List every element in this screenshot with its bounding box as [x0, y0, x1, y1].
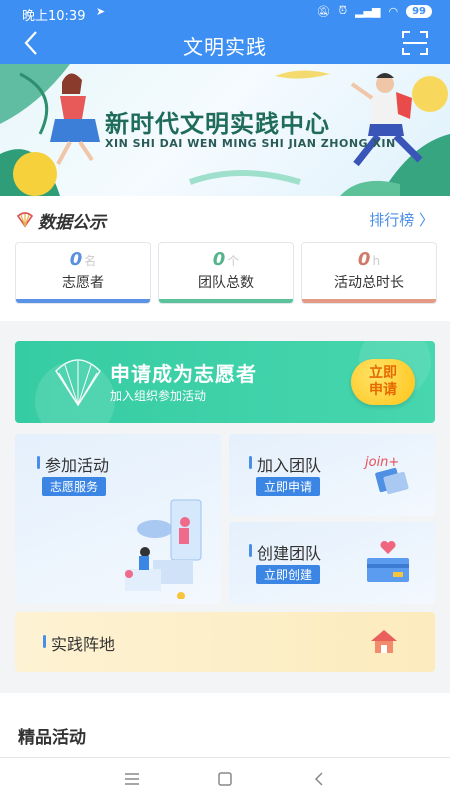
signal-icon: ▂▄▆ [355, 4, 381, 18]
tile-create-team-tag: 立即创建 [256, 565, 321, 584]
apply-subtitle: 加入组织参加活动 [110, 389, 207, 403]
chevron-right-icon: 〉 [418, 211, 434, 229]
status-bar: 晚上10:39 ➤ 🔕︎ ⏰︎ ▂▄▆ ◠ 99 [0, 0, 450, 26]
activity-illustration [125, 499, 202, 599]
apply-title: 申请成为志愿者 [110, 362, 257, 386]
home-icon[interactable] [218, 772, 232, 786]
apply-now-button[interactable]: 立即 申请 [351, 359, 415, 405]
apply-volunteer-banner[interactable]: 申请成为志愿者 加入组织参加活动 立即 申请 [15, 341, 435, 423]
tile-join-team[interactable]: 加入团队 立即申请 join+ [229, 434, 435, 516]
page-title: 文明实践 [183, 35, 267, 59]
stat-label: 团队总数 [198, 275, 254, 291]
wifi-icon: ◠ [388, 4, 399, 18]
tile-create-team[interactable]: 创建团队 立即创建 [229, 522, 435, 604]
tile-join-team-tag: 立即申请 [256, 477, 321, 496]
tile-join-activity[interactable]: 参加活动 志愿服务 [15, 434, 221, 604]
stat-card-volunteers[interactable]: 0名 志愿者 [15, 242, 151, 304]
scan-icon[interactable] [402, 31, 428, 55]
stat-bar [302, 299, 436, 303]
stat-label: 志愿者 [62, 275, 104, 291]
ranking-label: 排行榜 [369, 211, 415, 229]
status-time: 晚上10:39 [22, 9, 86, 24]
tile-join-team-title: 加入团队 [248, 452, 321, 476]
stat-number: 0 [69, 249, 83, 270]
featured-title: 精品活动 [18, 728, 86, 748]
menu-icon[interactable] [125, 773, 139, 785]
tile-create-team-title: 创建团队 [248, 540, 321, 564]
back-nav-icon[interactable] [314, 772, 324, 786]
alarm-icon: ⏰︎ [338, 4, 348, 17]
fan-logo-icon [16, 212, 34, 228]
banner-title: 新时代文明实践中心 [105, 110, 330, 138]
stat-bar [159, 299, 293, 303]
location-icon: ➤ [96, 5, 106, 18]
featured-section: 精品活动 [0, 693, 450, 757]
tile-base-title: 实践阵地 [42, 631, 115, 655]
data-section: 数据公示 排行榜 〉 0名 志愿者 0个 团队总数 0h 活动总时长 [0, 196, 450, 321]
data-section-title: 数据公示 [38, 213, 106, 233]
ranking-link[interactable]: 排行榜 〉 [369, 209, 434, 230]
house-icon [371, 630, 397, 653]
stat-value: 0名 [16, 249, 150, 270]
stat-unit: h [372, 254, 381, 268]
tile-activity-tag: 志愿服务 [42, 477, 107, 496]
stat-bar [16, 299, 150, 303]
card-heart-icon [367, 540, 409, 582]
join-icon: join+ [363, 455, 409, 495]
tile-practice-base[interactable]: 实践阵地 [15, 612, 435, 672]
stat-label: 活动总时长 [334, 275, 404, 291]
stat-card-teams[interactable]: 0个 团队总数 [158, 242, 294, 304]
stat-unit: 名 [84, 254, 97, 268]
battery-indicator: 99 [406, 4, 432, 18]
stat-value: 0个 [159, 249, 293, 270]
stat-unit: 个 [227, 254, 240, 268]
tile-activity-title: 参加活动 [36, 452, 109, 476]
stat-card-hours[interactable]: 0h 活动总时长 [301, 242, 437, 304]
stat-value: 0h [302, 249, 436, 270]
app-header: 文明实践 [0, 26, 450, 64]
stat-number: 0 [212, 249, 226, 270]
hero-banner[interactable]: 新时代文明实践中心 XIN SHI DAI WEN MING SHI JIAN … [0, 64, 450, 196]
join-icon-text: join+ [363, 455, 399, 470]
system-nav-bar [0, 757, 450, 801]
stat-number: 0 [357, 249, 371, 270]
banner-subtitle: XIN SHI DAI WEN MING SHI JIAN ZHONG XIN [105, 137, 396, 150]
mute-icon: 🔕︎ [316, 4, 331, 18]
fan-emblem-icon [55, 359, 101, 407]
